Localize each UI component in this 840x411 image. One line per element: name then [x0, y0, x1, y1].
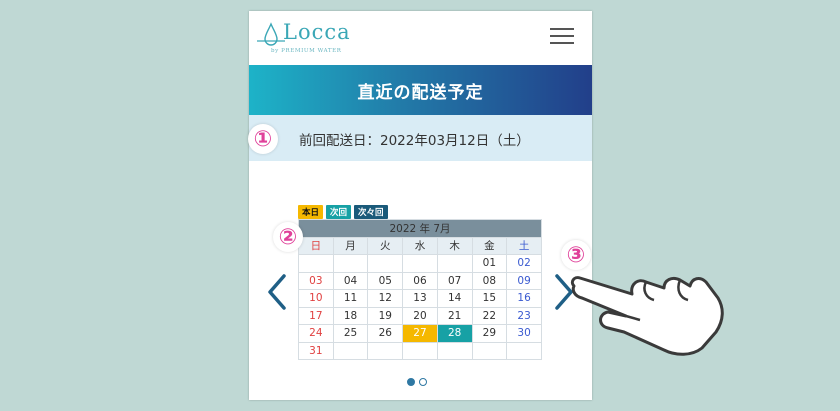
calendar-day-cell: 05 — [367, 271, 404, 290]
calendar-day-cell: 22 — [471, 306, 508, 325]
marker-2: ② — [273, 222, 303, 252]
legend-next2: 次々回 — [354, 205, 388, 219]
page-dot-2[interactable] — [419, 378, 427, 386]
calendar-week-row: 03 04 05 06 07 08 09 — [298, 271, 542, 290]
calendar-day-cell: 07 — [436, 271, 473, 290]
calendar-day-cell: 16 — [506, 289, 542, 308]
calendar-day-cell: 13 — [402, 289, 438, 308]
calendar-day-cell: 27 — [402, 324, 438, 343]
calendar-day-cell: 01 — [471, 254, 508, 273]
calendar-day-cell: 04 — [332, 271, 369, 290]
legend-today: 本日 — [298, 205, 324, 219]
delivery-calendar: 2022 年 7月 日月火水木金土 01 02 03 04 05 06 07 08 09 10 11… — [298, 219, 542, 360]
calendar-day-cell: 14 — [436, 289, 473, 308]
calendar-week-row: 01 02 — [298, 254, 542, 273]
calendar-day-cell: 15 — [471, 289, 508, 308]
calendar-day-cell: 09 — [506, 271, 542, 290]
calendar-week-row: 24 25 26 27 28 29 30 — [298, 324, 542, 343]
calendar-day-cell: 26 — [367, 324, 404, 343]
calendar-day-cell: 08 — [471, 271, 508, 290]
calendar-day-cell: 18 — [332, 306, 369, 325]
calendar-day-cell: 20 — [402, 306, 438, 325]
calendar-empty-cell — [402, 254, 438, 273]
calendar-week-row: 17 18 19 20 21 22 23 — [298, 306, 542, 325]
calendar-day-cell: 30 — [506, 324, 542, 343]
logo[interactable]: Locca by PREMIUM WATER — [257, 19, 367, 59]
phone-screen: Locca by PREMIUM WATER 直近の配送予定 前回配送日：202… — [249, 11, 592, 400]
calendar-day-cell: 10 — [298, 289, 334, 308]
weekday-header: 月 — [332, 236, 369, 255]
calendar-empty-cell — [332, 341, 369, 360]
calendar-day-cell: 29 — [471, 324, 508, 343]
calendar-week-row: 10 11 12 13 14 15 16 — [298, 289, 542, 308]
weekday-header: 日 — [298, 236, 334, 255]
legend-next: 次回 — [326, 205, 352, 219]
calendar-day-cell: 24 — [298, 324, 334, 343]
calendar-empty-cell — [402, 341, 438, 360]
hamburger-icon[interactable] — [550, 28, 576, 46]
calendar-empty-cell — [471, 341, 508, 360]
weekday-header: 土 — [506, 236, 542, 255]
previous-delivery-label: 前回配送日：2022年03月12日（土） — [299, 133, 530, 149]
chevron-left-icon[interactable] — [264, 272, 290, 312]
previous-delivery-row: 前回配送日：2022年03月12日（土） — [249, 115, 592, 161]
calendar-day-cell: 21 — [436, 306, 473, 325]
calendar-day-cell: 02 — [506, 254, 542, 273]
calendar-empty-cell — [506, 341, 542, 360]
calendar-legend: 本日 次回 次々回 — [298, 205, 388, 219]
marker-1: ① — [248, 124, 278, 154]
page-dot-1[interactable] — [407, 378, 415, 386]
calendar-day-cell: 11 — [332, 289, 369, 308]
pointing-hand-icon — [570, 276, 724, 356]
calendar-day-cell: 17 — [298, 306, 334, 325]
calendar-day-cell: 28 — [436, 324, 473, 343]
calendar-title: 2022 年 7月 — [298, 219, 542, 238]
calendar-day-cell: 12 — [367, 289, 404, 308]
banner-title: 直近の配送予定 — [357, 82, 484, 103]
calendar-day-cell: 06 — [402, 271, 438, 290]
weekday-header: 木 — [436, 236, 473, 255]
logo-text: Locca — [283, 20, 351, 44]
calendar-week-row: 31 — [298, 341, 542, 360]
calendar-empty-cell — [367, 341, 404, 360]
weekday-header: 水 — [402, 236, 438, 255]
pagination-dots — [407, 378, 427, 386]
calendar-day-cell: 31 — [298, 341, 334, 360]
calendar-empty-cell — [367, 254, 404, 273]
calendar-day-cell: 19 — [367, 306, 404, 325]
calendar-day-cell: 23 — [506, 306, 542, 325]
calendar-empty-cell — [332, 254, 369, 273]
weekday-header: 金 — [471, 236, 508, 255]
calendar-empty-cell — [298, 254, 334, 273]
calendar-empty-cell — [436, 341, 473, 360]
logo-subtitle: by PREMIUM WATER — [271, 48, 342, 54]
section-banner: 直近の配送予定 — [249, 65, 592, 115]
weekday-header: 火 — [367, 236, 404, 255]
header: Locca by PREMIUM WATER — [249, 11, 592, 65]
calendar-day-cell: 25 — [332, 324, 369, 343]
calendar-empty-cell — [436, 254, 473, 273]
calendar-day-cell: 03 — [298, 271, 334, 290]
